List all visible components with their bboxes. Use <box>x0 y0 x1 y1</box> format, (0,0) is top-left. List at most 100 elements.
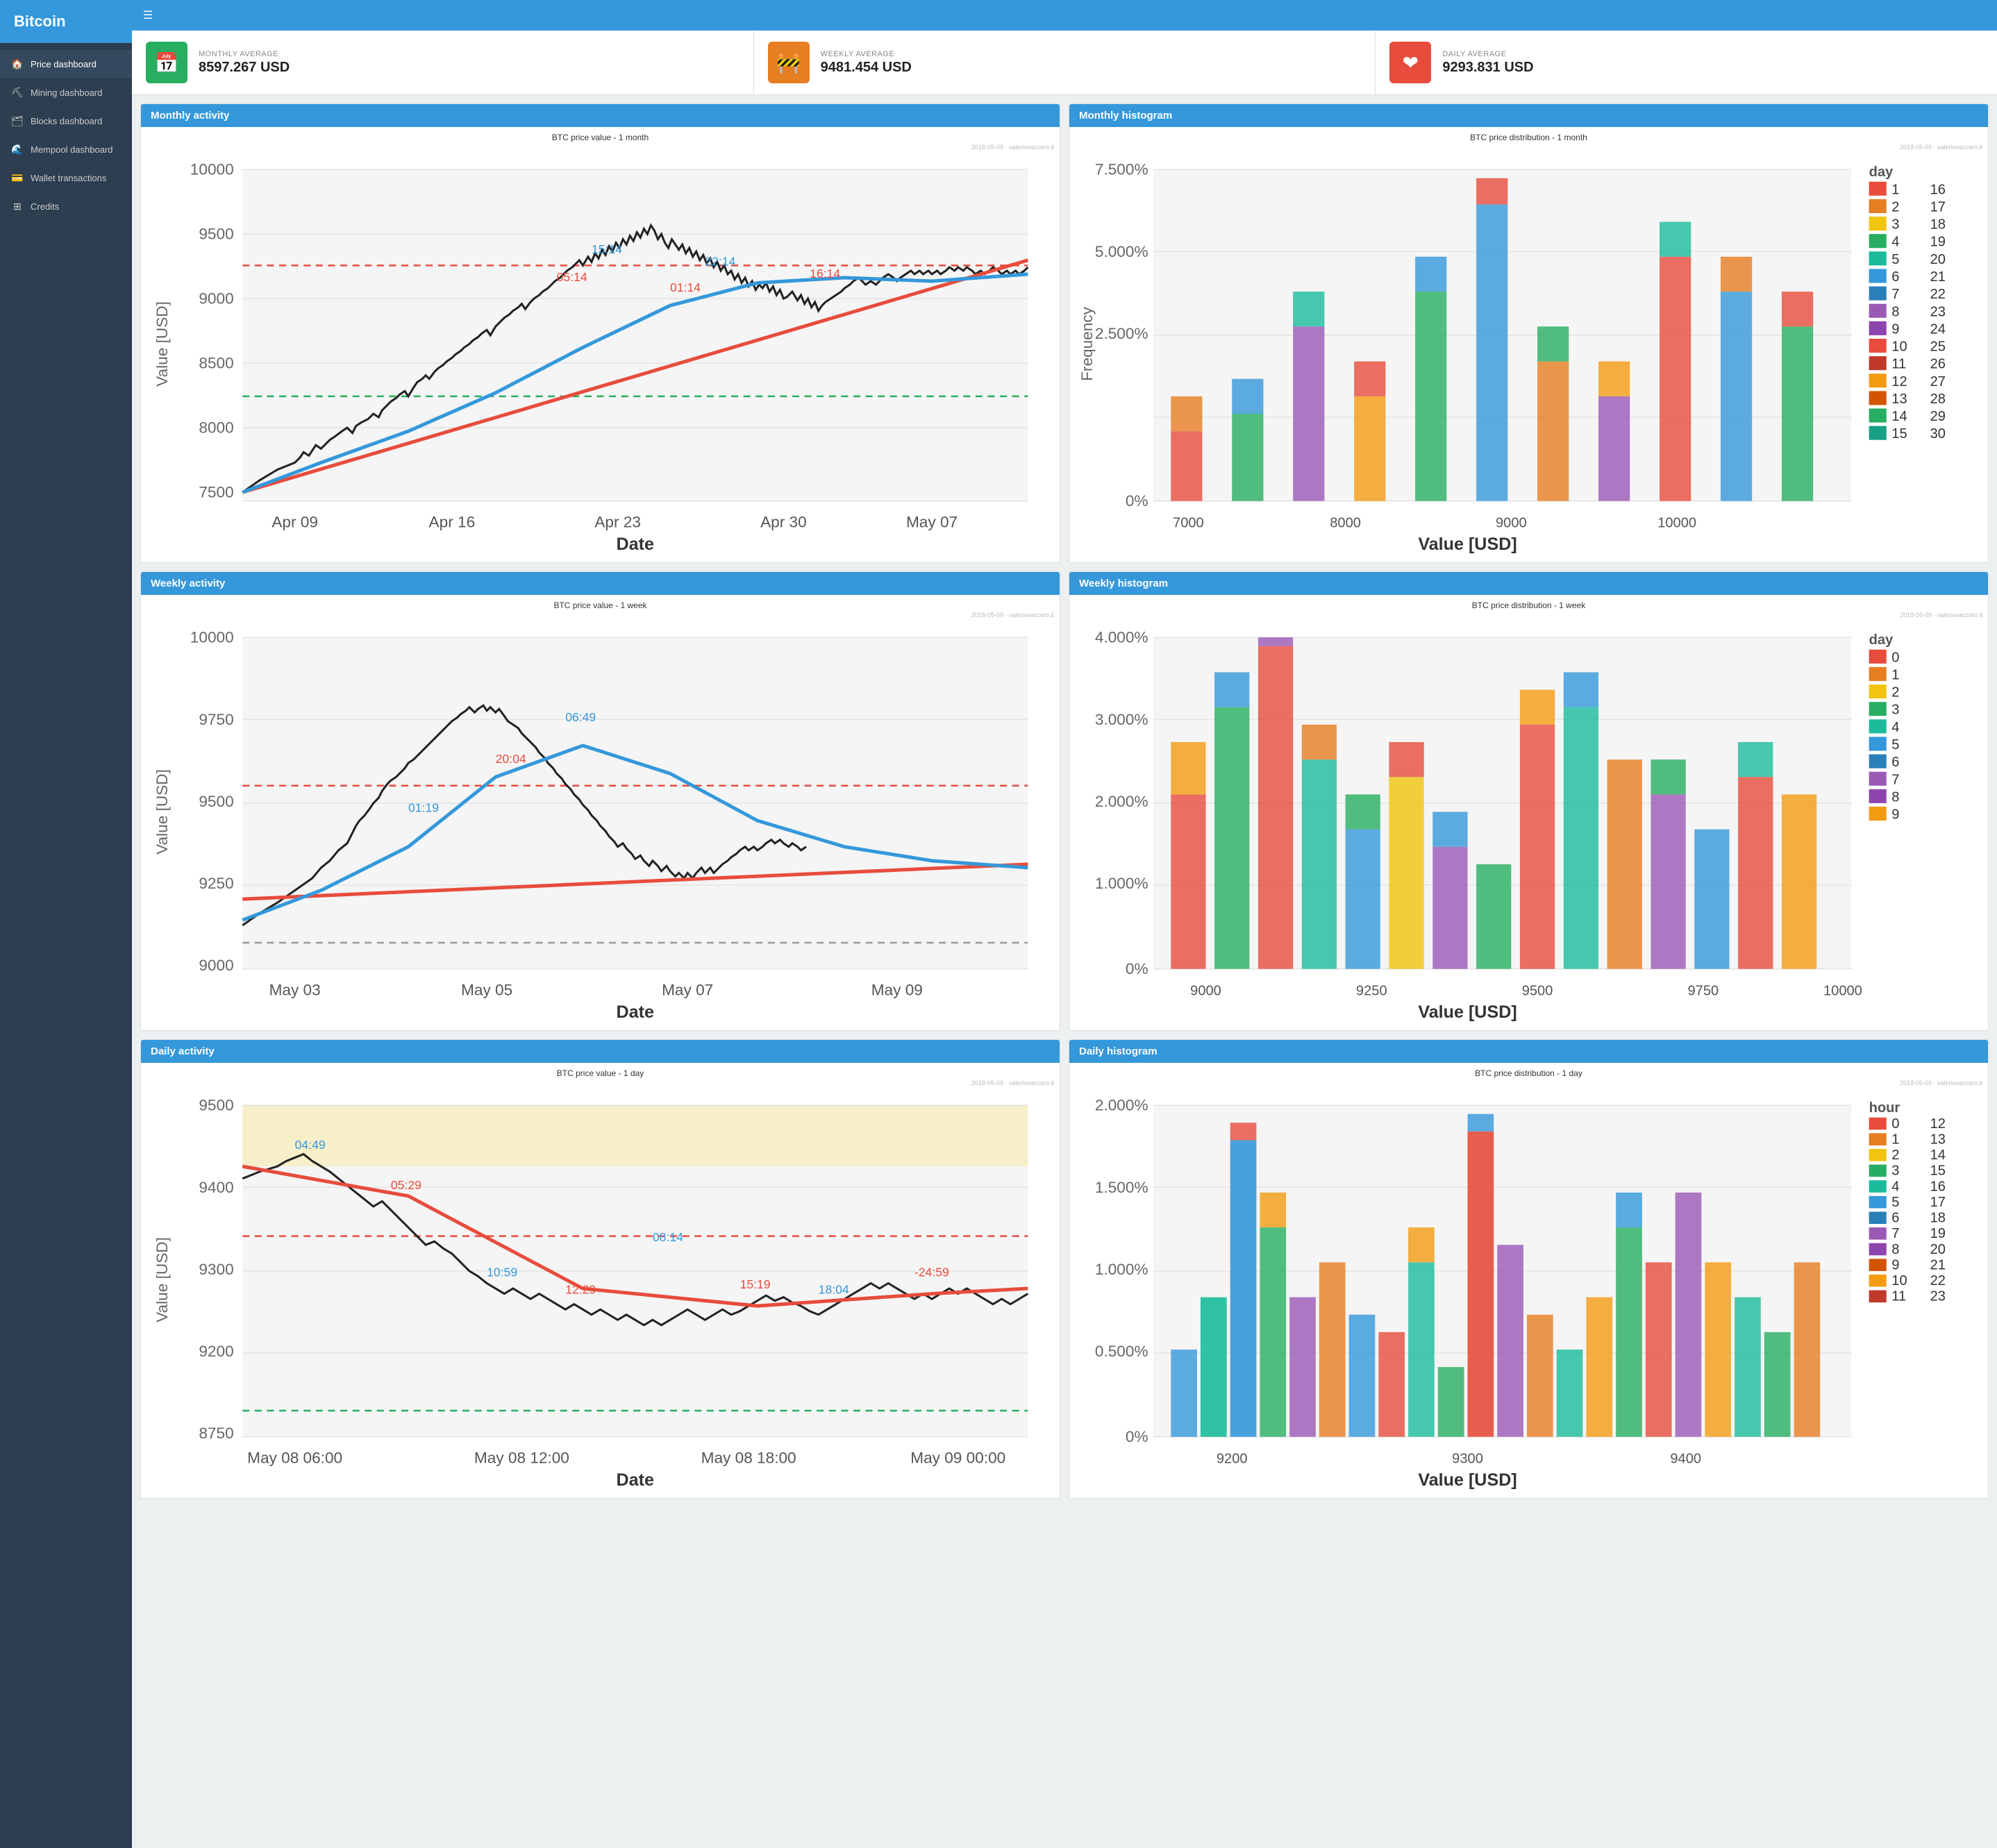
svg-text:May 09: May 09 <box>871 981 923 998</box>
svg-text:14: 14 <box>1891 409 1907 424</box>
sidebar-item-credits[interactable]: ⊞ Credits <box>0 192 132 221</box>
svg-text:9400: 9400 <box>199 1179 233 1196</box>
daily-activity-subtitle: BTC price value - 1 day <box>147 1068 1054 1078</box>
svg-text:9500: 9500 <box>199 1097 233 1114</box>
svg-text:5: 5 <box>1891 1195 1899 1210</box>
svg-text:10: 10 <box>1891 1273 1907 1288</box>
svg-text:15: 15 <box>1891 426 1907 442</box>
daily-activity-chart: 9500 9400 9300 9200 8750 Value [USD] 04:… <box>147 1088 1054 1489</box>
svg-text:9500: 9500 <box>1522 983 1553 998</box>
daily-histogram-header: Daily histogram <box>1069 1040 1988 1063</box>
svg-text:Value [USD]: Value [USD] <box>153 769 171 855</box>
svg-text:7: 7 <box>1891 772 1899 787</box>
svg-text:24: 24 <box>1930 321 1946 337</box>
svg-text:9300: 9300 <box>1452 1452 1483 1467</box>
sidebar-item-mempool-dashboard[interactable]: 🌊 Mempool dashboard <box>0 135 132 164</box>
svg-text:21: 21 <box>1930 269 1946 285</box>
daily-activity-watermark: 2018-05-09 · valeriovaccaro.it <box>147 1080 1054 1086</box>
sidebar-item-blocks-dashboard[interactable]: 🗂 Blocks dashboard <box>0 107 132 135</box>
topbar: ☰ <box>132 0 1997 31</box>
svg-text:9250: 9250 <box>199 875 233 892</box>
svg-text:7000: 7000 <box>1173 515 1204 530</box>
svg-text:0: 0 <box>1891 1116 1899 1132</box>
svg-text:15:19: 15:19 <box>740 1277 771 1291</box>
svg-text:May 08 18:00: May 08 18:00 <box>701 1450 796 1467</box>
svg-text:2.500%: 2.500% <box>1095 325 1148 342</box>
svg-text:11: 11 <box>1891 1289 1906 1304</box>
svg-text:May 03: May 03 <box>269 981 321 998</box>
weekly-activity-watermark: 2018-05-09 · valeriovaccaro.it <box>147 612 1054 619</box>
monthly-activity-chart: 10000 9500 9000 8500 8000 7500 Value [US… <box>147 152 1054 553</box>
daily-histogram-body: BTC price distribution - 1 day 2018-05-0… <box>1069 1063 1988 1498</box>
main-content: ☰ 📅 MONTHLY AVERAGE 8597.267 USD 🚧 WEEKL… <box>132 0 1997 1848</box>
sidebar-item-wallet-transactions[interactable]: 💳 Wallet transactions <box>0 164 132 192</box>
svg-text:5: 5 <box>1891 737 1899 753</box>
svg-text:1.000%: 1.000% <box>1095 875 1148 892</box>
svg-text:16: 16 <box>1930 182 1946 197</box>
svg-text:-24:59: -24:59 <box>914 1266 949 1279</box>
svg-text:May 08 12:00: May 08 12:00 <box>474 1450 569 1467</box>
svg-text:3.000%: 3.000% <box>1095 711 1148 728</box>
svg-text:May 08 06:00: May 08 06:00 <box>247 1450 342 1467</box>
svg-text:9750: 9750 <box>1687 983 1719 998</box>
svg-text:27: 27 <box>1930 374 1946 389</box>
svg-text:9000: 9000 <box>1190 983 1221 998</box>
credits-icon: ⊞ <box>11 201 24 212</box>
sidebar-item-mining-dashboard[interactable]: ⛏ Mining dashboard <box>0 78 132 107</box>
svg-text:17: 17 <box>1930 199 1946 215</box>
sidebar-item-mining-label: Mining dashboard <box>31 87 102 98</box>
svg-text:2: 2 <box>1891 199 1899 215</box>
svg-text:Apr 23: Apr 23 <box>594 513 641 530</box>
daily-histogram-panel: Daily histogram BTC price distribution -… <box>1069 1039 1989 1499</box>
svg-text:Value [USD]: Value [USD] <box>153 1237 171 1322</box>
sidebar: Bitcoin 🏠 Price dashboard ⛏ Mining dashb… <box>0 0 132 1848</box>
svg-text:Date: Date <box>617 1470 654 1489</box>
svg-text:9500: 9500 <box>199 226 233 243</box>
stat-monthly-info: MONTHLY AVERAGE 8597.267 USD <box>199 50 290 76</box>
svg-text:04:49: 04:49 <box>295 1138 326 1152</box>
svg-text:Value [USD]: Value [USD] <box>1418 1002 1516 1021</box>
svg-text:May 05: May 05 <box>461 981 512 998</box>
svg-text:0%: 0% <box>1126 1428 1148 1445</box>
daily-label: DAILY AVERAGE <box>1442 50 1533 58</box>
svg-text:day: day <box>1869 632 1894 648</box>
svg-text:Frequency: Frequency <box>1078 306 1096 381</box>
svg-text:01:14: 01:14 <box>670 280 701 294</box>
svg-text:9500: 9500 <box>199 793 233 810</box>
svg-text:Date: Date <box>617 1002 654 1021</box>
svg-text:12:29: 12:29 <box>565 1283 596 1297</box>
svg-text:Apr 09: Apr 09 <box>271 513 318 530</box>
svg-text:9300: 9300 <box>199 1261 233 1278</box>
svg-text:05:29: 05:29 <box>391 1178 421 1192</box>
menu-icon[interactable]: ☰ <box>143 10 153 22</box>
price-dashboard-icon: 🏠 <box>11 58 24 70</box>
svg-text:13: 13 <box>1891 392 1907 407</box>
svg-text:1: 1 <box>1891 182 1899 197</box>
monthly-activity-panel: Monthly activity BTC price value - 1 mon… <box>140 103 1060 563</box>
svg-text:7: 7 <box>1891 287 1899 302</box>
svg-text:3: 3 <box>1891 217 1899 233</box>
monthly-label: MONTHLY AVERAGE <box>199 50 290 58</box>
svg-text:9: 9 <box>1891 1258 1899 1273</box>
stat-daily-info: DAILY AVERAGE 9293.831 USD <box>1442 50 1533 76</box>
svg-text:4: 4 <box>1891 235 1899 250</box>
svg-text:8: 8 <box>1891 304 1899 319</box>
svg-text:14: 14 <box>1930 1148 1946 1163</box>
svg-text:08:14: 08:14 <box>653 1230 683 1244</box>
svg-text:1.000%: 1.000% <box>1095 1261 1148 1278</box>
monthly-histogram-subtitle: BTC price distribution - 1 month <box>1075 133 1982 142</box>
svg-text:7.500%: 7.500% <box>1095 161 1148 178</box>
blocks-dashboard-icon: 🗂 <box>11 115 24 127</box>
svg-text:15: 15 <box>1930 1164 1946 1179</box>
sidebar-item-mempool-label: Mempool dashboard <box>31 144 113 155</box>
svg-text:8: 8 <box>1891 1242 1899 1257</box>
daily-histogram-subtitle: BTC price distribution - 1 day <box>1075 1068 1982 1078</box>
stat-card-weekly: 🚧 WEEKLY AVERAGE 9481.454 USD <box>754 31 1376 94</box>
svg-text:12: 12 <box>1891 374 1907 389</box>
chart-grid: Monthly activity BTC price value - 1 mon… <box>132 95 1997 1507</box>
svg-text:0%: 0% <box>1126 492 1148 510</box>
weekly-activity-panel: Weekly activity BTC price value - 1 week… <box>140 571 1060 1031</box>
svg-text:Apr 30: Apr 30 <box>760 513 807 530</box>
sidebar-item-price-dashboard[interactable]: 🏠 Price dashboard <box>0 50 132 78</box>
svg-text:18:04: 18:04 <box>819 1283 849 1297</box>
